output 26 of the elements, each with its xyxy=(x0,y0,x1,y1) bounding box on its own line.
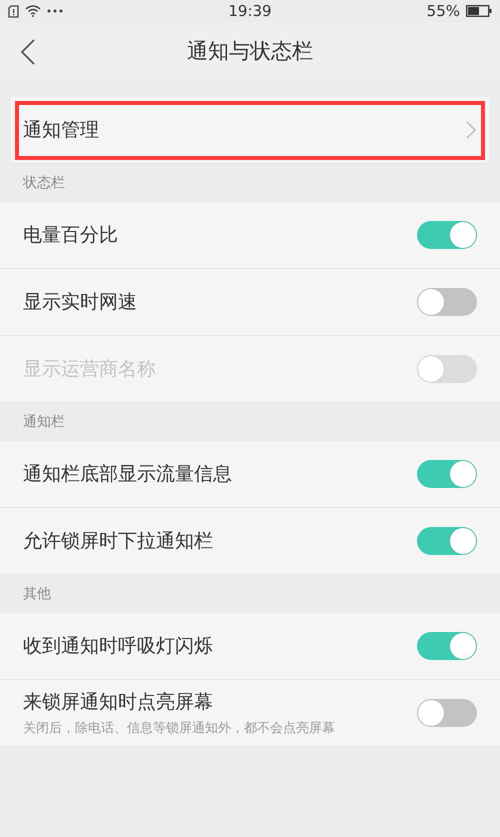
sim-icon xyxy=(8,4,19,18)
section-title: 其他 xyxy=(23,585,51,603)
toggle-switch[interactable] xyxy=(417,460,477,488)
section-title: 状态栏 xyxy=(23,174,65,192)
setting-description: 关闭后，除电话、信息等锁屏通知外，都不会点亮屏幕 xyxy=(23,720,336,737)
setting-label: 显示实时网速 xyxy=(23,290,138,315)
toggle-switch[interactable] xyxy=(417,288,477,316)
setting-label: 收到通知时呼吸灯闪烁 xyxy=(23,634,214,659)
toggle-switch[interactable] xyxy=(417,632,477,660)
battery-percent: 55% xyxy=(426,2,460,20)
toggle-switch[interactable] xyxy=(417,699,477,727)
section-title: 通知栏 xyxy=(23,413,65,431)
setting-label: 通知栏底部显示流量信息 xyxy=(23,462,233,487)
toggle-switch[interactable] xyxy=(417,527,477,555)
more-icon xyxy=(47,9,63,13)
status-time: 19:39 xyxy=(228,2,272,20)
battery-icon xyxy=(466,5,492,17)
toggle-switch[interactable] xyxy=(417,221,477,249)
setting-label: 电量百分比 xyxy=(23,223,119,248)
setting-label: 允许锁屏时下拉通知栏 xyxy=(23,529,214,554)
settings-row[interactable]: 通知管理 xyxy=(11,97,489,164)
wifi-icon xyxy=(25,5,41,17)
setting-label: 通知管理 xyxy=(23,118,100,143)
page-title: 通知与状态栏 xyxy=(187,38,313,65)
chevron-icon xyxy=(465,120,477,140)
setting-label: 来锁屏通知时点亮屏幕 xyxy=(23,690,214,715)
